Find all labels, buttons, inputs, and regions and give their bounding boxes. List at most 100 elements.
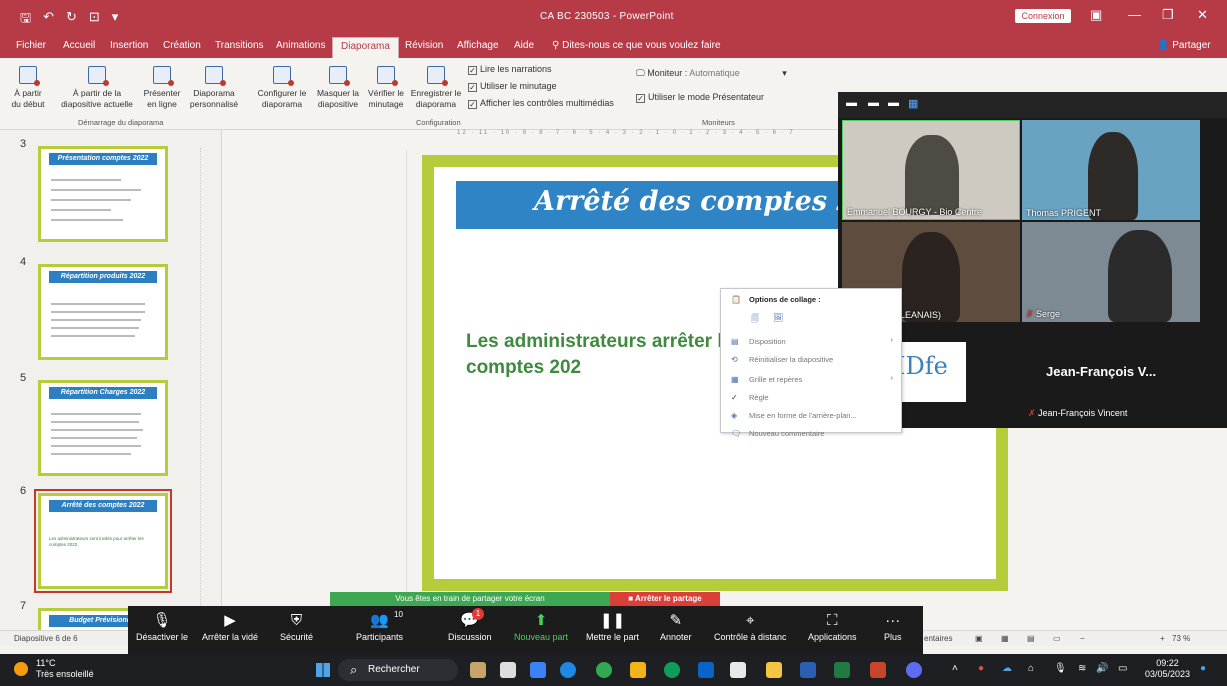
menu-item-new-comment[interactable]: Nouveau commentaire	[749, 429, 824, 438]
start-slideshow-icon[interactable]: ⊡	[89, 9, 100, 31]
customize-qat-icon[interactable]: ▾	[112, 9, 119, 31]
setup-slideshow-button[interactable]: Configurer le diaporama	[252, 66, 312, 110]
remote-control-button[interactable]: ⌖ Contrôle à distanc	[714, 610, 787, 642]
battery-icon[interactable]: ▭	[1118, 663, 1127, 674]
tell-me-search[interactable]: ⚲ Dites-nous ce que vous voulez faire	[552, 40, 721, 51]
teams-icon[interactable]	[906, 662, 922, 678]
use-timings-checkbox[interactable]: ✓ Utiliser le minutage	[468, 81, 557, 92]
show-media-controls-checkbox[interactable]: ✓ Afficher les contrôles multimédias	[468, 98, 614, 109]
windows-start-icon[interactable]	[316, 663, 330, 677]
sticky-notes-icon[interactable]	[766, 662, 782, 678]
word-icon[interactable]	[800, 662, 816, 678]
minimize-icon[interactable]: ▬	[846, 97, 857, 109]
tab-transitions[interactable]: Transitions	[215, 40, 264, 51]
slide-thumbnail[interactable]: Répartition produits 2022	[38, 264, 168, 360]
tab-fichier[interactable]: Fichier	[16, 40, 46, 51]
close-button[interactable]: ✕	[1197, 7, 1208, 23]
tab-aide[interactable]: Aide	[514, 40, 534, 51]
signin-button[interactable]: Connexion	[1015, 9, 1071, 23]
menu-item-ruler[interactable]: Règle	[749, 393, 769, 402]
slideshow-view-icon[interactable]: ▭	[1053, 634, 1061, 643]
menu-item-grid[interactable]: Grille et repères	[749, 375, 802, 384]
monitor-select[interactable]: 🖵 Moniteur : Automatique ▾	[636, 68, 787, 79]
presenter-view-checkbox[interactable]: ✓ Utiliser le mode Présentateur	[636, 92, 764, 103]
annotate-button[interactable]: ✎ Annoter	[660, 610, 692, 642]
zoom-app-icon[interactable]	[560, 662, 576, 678]
zoom-in-button[interactable]: +	[1160, 634, 1165, 643]
tab-insertion[interactable]: Insertion	[110, 40, 148, 51]
mic-icon[interactable]: 🎙	[1054, 663, 1067, 674]
chrome-icon[interactable]	[596, 662, 612, 678]
tray-app-icon[interactable]: ⌂	[1028, 663, 1034, 674]
outlook-icon[interactable]	[698, 662, 714, 678]
tab-revision[interactable]: Révision	[405, 40, 443, 51]
security-button[interactable]: ⛨ Sécurité	[280, 610, 313, 642]
stop-video-button[interactable]: ▶ Arrêter la vidé	[202, 610, 258, 642]
custom-slideshow-button[interactable]: Diaporama personnalisé	[186, 66, 242, 110]
participant-tile[interactable]: Emmanuel BOURGY - Bio Centre	[842, 120, 1020, 220]
slide-thumbnail[interactable]: Présentation comptes 2022	[38, 146, 168, 242]
menu-item-format-background[interactable]: Mise en forme de l'arrière-plan...	[749, 411, 857, 420]
reading-view-icon[interactable]: ▤	[1027, 634, 1035, 643]
thumbnail-view-icon[interactable]: ▬	[888, 97, 899, 109]
tab-creation[interactable]: Création	[163, 40, 201, 51]
menu-item-reset[interactable]: Réinitialiser la diapositive	[749, 355, 833, 364]
calendar-icon[interactable]	[730, 662, 746, 678]
zoom-out-button[interactable]: −	[1080, 634, 1085, 643]
app-icon[interactable]	[500, 662, 516, 678]
rehearse-timings-button[interactable]: Vérifier le minutage	[366, 66, 406, 110]
paste-keep-formatting-icon[interactable]: 🗐	[751, 313, 759, 327]
normal-view-icon[interactable]: ▣	[975, 634, 983, 643]
record-slideshow-button[interactable]: Enregistrer le diaporama	[408, 66, 464, 110]
apps-button[interactable]: ⛶ Applications	[808, 610, 857, 642]
participant-tile[interactable]: Thomas PRIGENT	[1022, 120, 1200, 220]
edge-icon[interactable]	[664, 662, 680, 678]
powerpoint-icon[interactable]	[870, 662, 886, 678]
clock[interactable]: 09:22 03/05/2023	[1145, 658, 1190, 680]
slide-thumbnail[interactable]: Arrêté des comptes 2022 Les administrate…	[34, 489, 172, 593]
comments-button[interactable]: entaires	[924, 634, 952, 643]
pause-share-button[interactable]: ❚❚ Mettre le part	[586, 610, 639, 642]
speaker-view-icon[interactable]: ▬	[868, 97, 879, 109]
slide-title-banner[interactable]: Arrêté des comptes 2	[456, 181, 876, 229]
volume-icon[interactable]: 🔊	[1096, 663, 1108, 674]
folder-icon[interactable]	[630, 662, 646, 678]
more-button[interactable]: ··· Plus	[884, 610, 902, 642]
cloud-icon[interactable]: ☁	[1002, 663, 1012, 674]
taskbar-search[interactable]: Rechercher	[338, 659, 458, 681]
slides-scrollbar[interactable]	[200, 148, 210, 628]
notification-icon[interactable]: ●	[1200, 663, 1206, 674]
weather-widget[interactable]: 11°C Très ensoleillé	[36, 658, 94, 680]
ribbon-display-icon[interactable]: ▣	[1090, 7, 1102, 23]
chat-button[interactable]: 💬 Discussion	[448, 610, 492, 642]
mute-button[interactable]: 🎙 Désactiver le	[136, 610, 188, 642]
wifi-icon[interactable]: ≋	[1078, 663, 1086, 674]
share-button[interactable]: 👤 Partager	[1157, 40, 1211, 51]
slide-thumbnail[interactable]: Répartition Charges 2022	[38, 380, 168, 476]
participant-tile[interactable]: ✗ Serge	[1022, 222, 1200, 322]
maximize-button[interactable]: ❐	[1162, 7, 1174, 23]
paste-picture-icon[interactable]: 🖼	[773, 313, 783, 322]
save-icon[interactable]: 🖫	[20, 9, 31, 31]
file-explorer-icon[interactable]	[470, 662, 486, 678]
present-online-button[interactable]: Présenter en ligne	[140, 66, 184, 110]
from-beginning-button[interactable]: À partir du début	[6, 66, 50, 110]
chevron-up-icon[interactable]: ˄	[952, 663, 958, 674]
tab-accueil[interactable]: Accueil	[63, 40, 95, 51]
app-icon[interactable]	[530, 662, 546, 678]
new-share-button[interactable]: ⬆ Nouveau part	[514, 610, 568, 642]
tray-app-icon[interactable]: ●	[978, 663, 984, 674]
redo-icon[interactable]: ↻	[66, 9, 77, 31]
slide-sorter-icon[interactable]: ▦	[1001, 634, 1009, 643]
minimize-button[interactable]: —	[1128, 7, 1141, 22]
undo-icon[interactable]: ↶	[43, 9, 54, 31]
tab-diaporama[interactable]: Diaporama	[332, 37, 399, 58]
tab-affichage[interactable]: Affichage	[457, 40, 499, 51]
zoom-level[interactable]: 73 %	[1172, 634, 1190, 643]
menu-item-layout[interactable]: Disposition	[749, 337, 786, 346]
excel-icon[interactable]	[834, 662, 850, 678]
play-narrations-checkbox[interactable]: ✓ Lire les narrations	[468, 64, 552, 75]
gallery-view-icon[interactable]: ▦	[908, 97, 918, 110]
tab-animations[interactable]: Animations	[276, 40, 325, 51]
hide-slide-button[interactable]: Masquer la diapositive	[312, 66, 364, 110]
